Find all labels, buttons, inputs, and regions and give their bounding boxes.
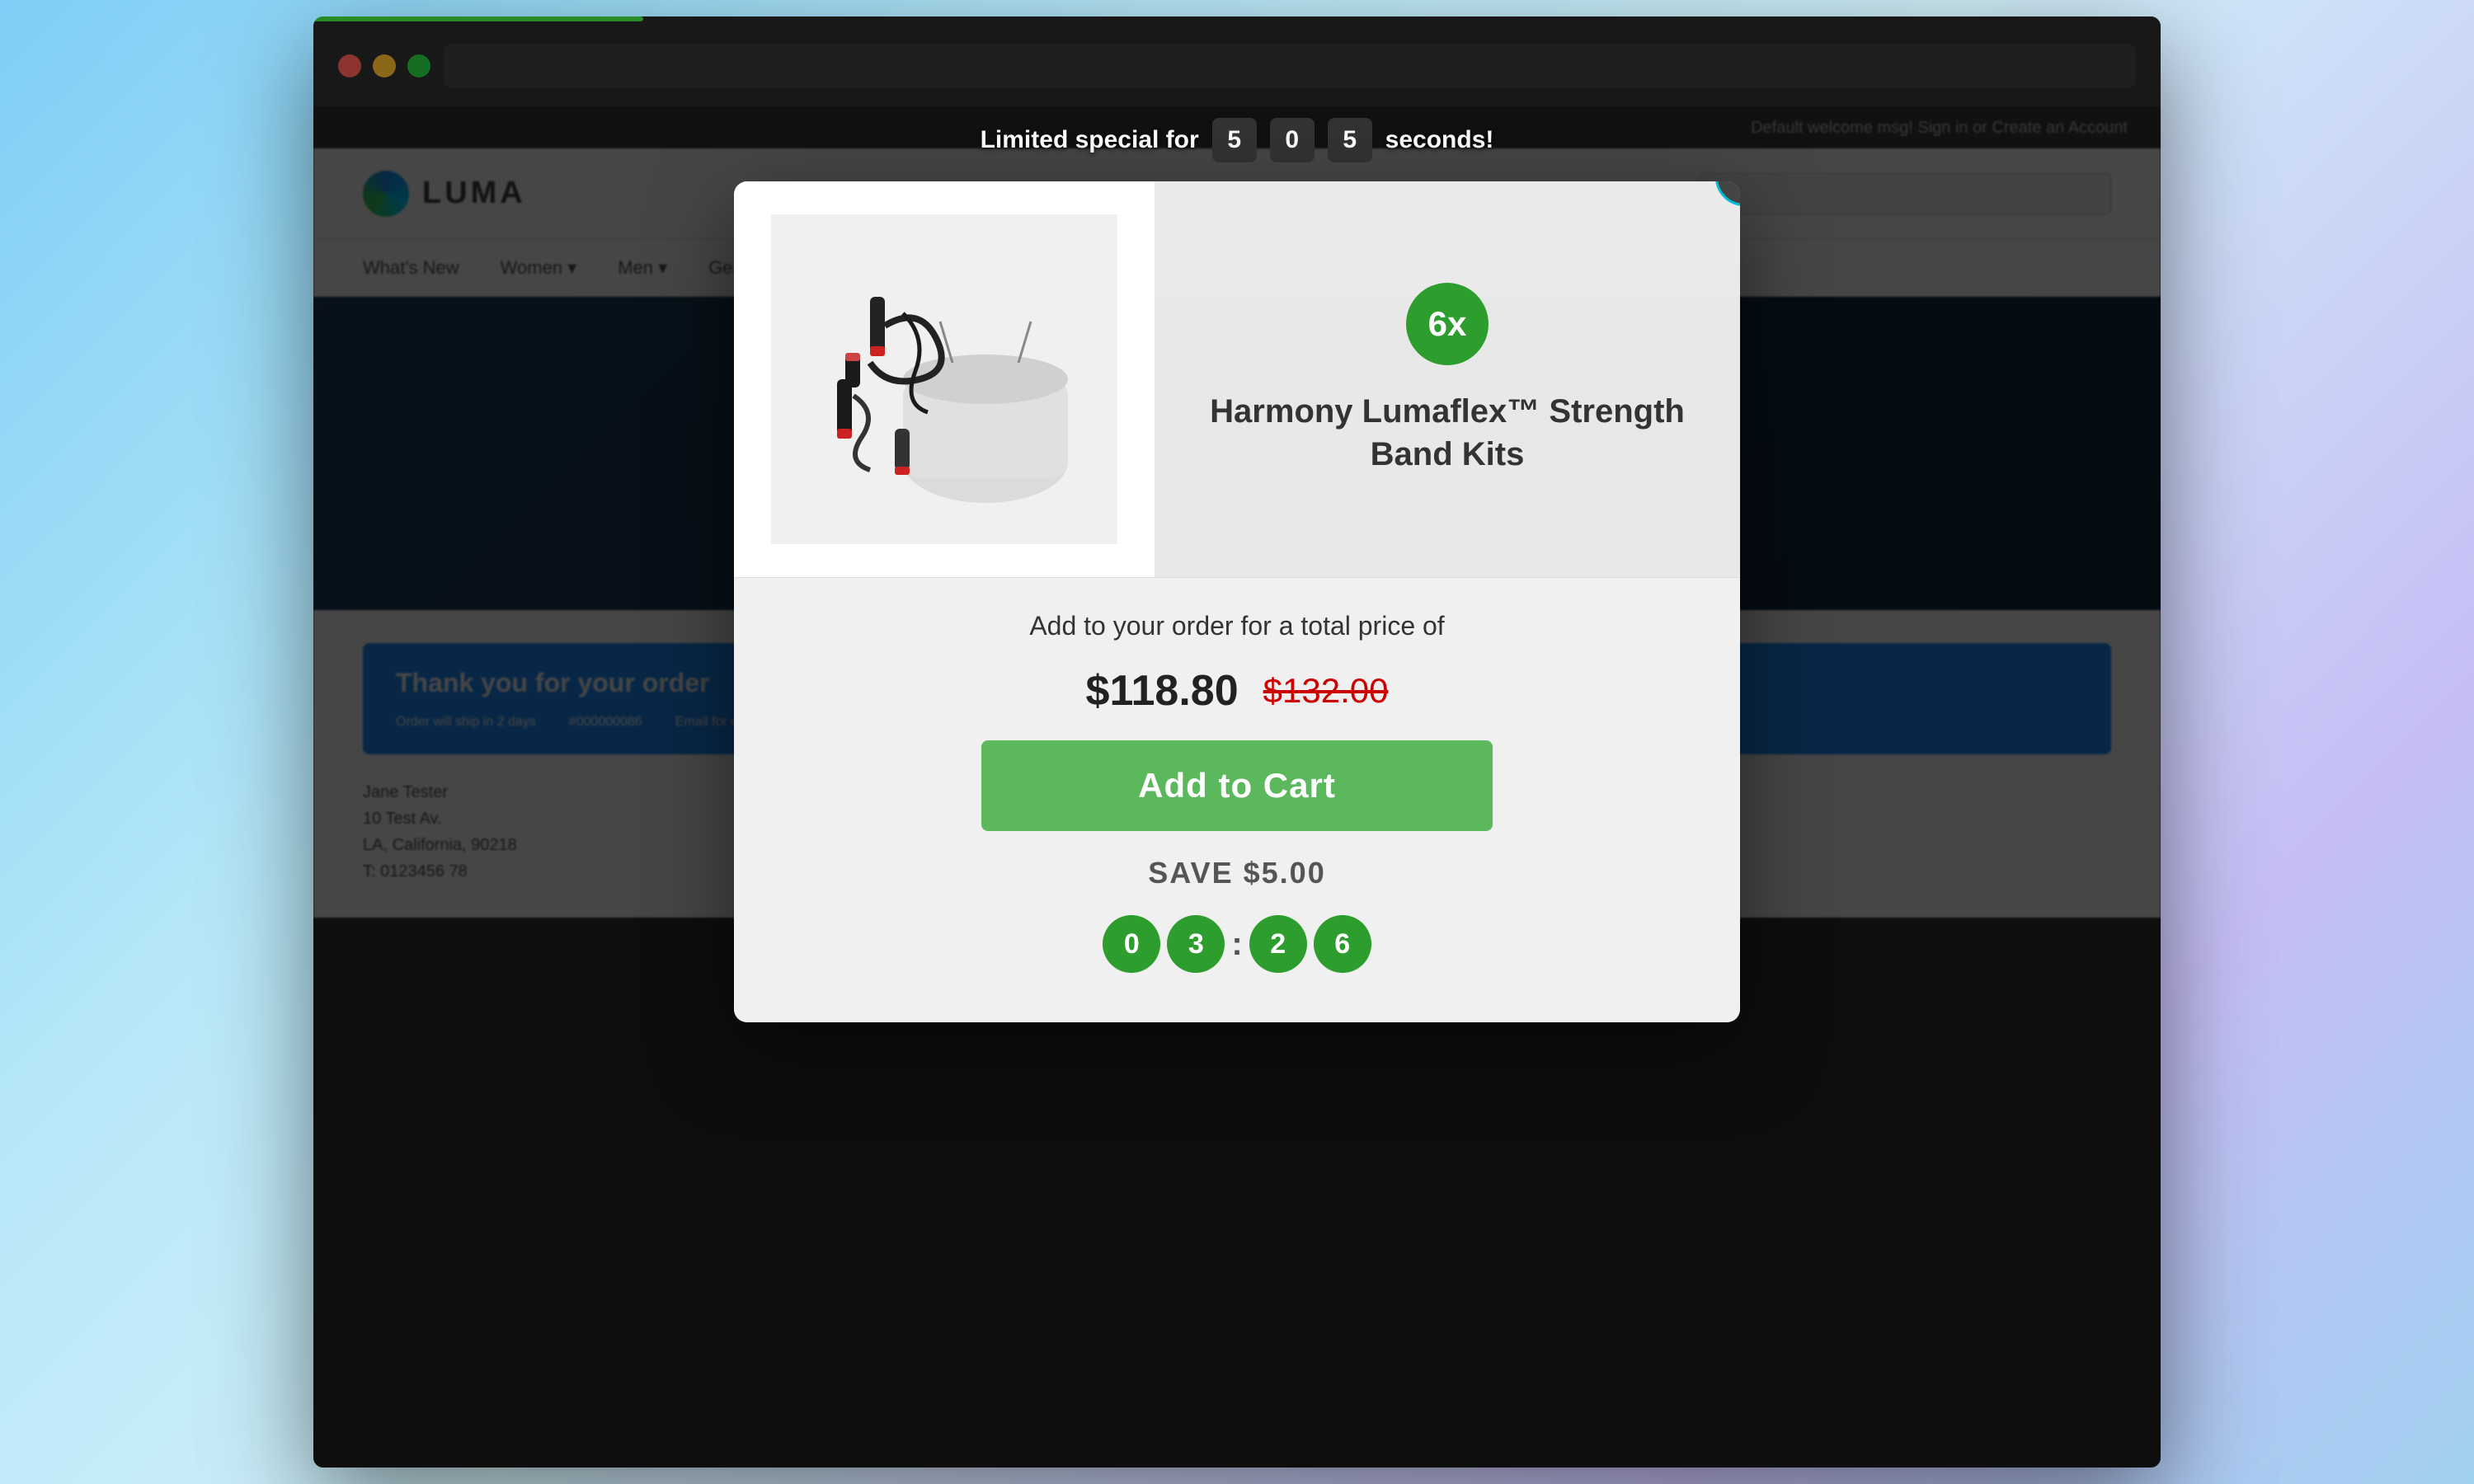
countdown-digit-3: 2 (1249, 915, 1307, 973)
browser-window: Default welcome msg! Sign in or Create a… (313, 16, 2161, 1468)
product-title: Harmony Lumaflex™ Strength Band Kits (1204, 390, 1691, 476)
countdown-row: 0 3 : 2 6 (1103, 915, 1371, 973)
timer-digit-3: 5 (1328, 118, 1372, 162)
timer-suffix: seconds! (1385, 126, 1494, 154)
close-icon: × (1736, 181, 1740, 194)
product-illustration (788, 231, 1101, 528)
save-text: SAVE $5.00 (1148, 856, 1325, 890)
countdown-digit-2: 3 (1167, 915, 1225, 973)
timer-digit-2: 0 (1270, 118, 1315, 162)
timer-bar: Limited special for 5 0 5 seconds! (313, 107, 2161, 173)
product-image (771, 214, 1117, 544)
price-row: $118.80 $132.00 (1086, 666, 1389, 716)
countdown-digit-1: 0 (1103, 915, 1160, 973)
original-price: $132.00 (1263, 671, 1389, 711)
timer-digit-1: 5 (1212, 118, 1257, 162)
countdown-digit-4: 6 (1314, 915, 1371, 973)
current-price: $118.80 (1086, 666, 1239, 716)
modal-bottom-section: Add to your order for a total price of $… (734, 577, 1740, 1022)
add-to-cart-button[interactable]: Add to Cart (981, 740, 1493, 831)
product-image-section (734, 181, 1155, 577)
upsell-text: Add to your order for a total price of (1029, 611, 1444, 641)
modal-info-section: 6x Harmony Lumaflex™ Strength Band Kits (1155, 181, 1740, 577)
modal-top-section: 6x Harmony Lumaflex™ Strength Band Kits (734, 181, 1740, 577)
quantity-badge: 6x (1406, 283, 1489, 365)
countdown-colon: : (1231, 926, 1242, 963)
timer-prefix: Limited special for (981, 126, 1199, 154)
modal-card: × (734, 181, 1740, 1022)
